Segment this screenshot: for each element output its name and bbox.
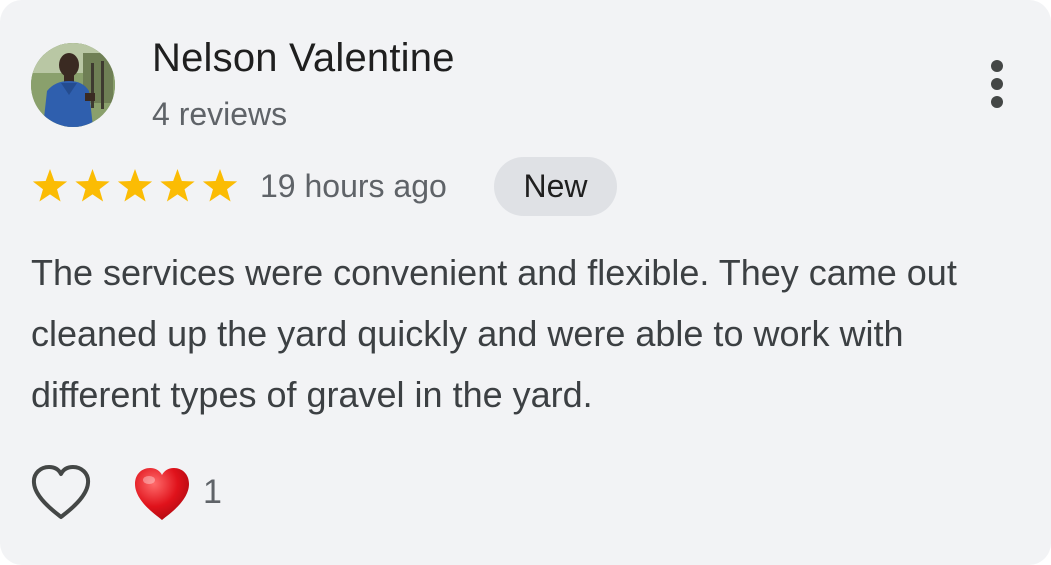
more-vert-icon (991, 60, 1003, 72)
stars (32, 169, 237, 202)
reaction-count: 1 (203, 473, 222, 511)
like-button[interactable] (29, 464, 93, 522)
more-options-button[interactable] (972, 52, 1022, 116)
review-count[interactable]: 4 reviews (152, 96, 287, 133)
star-icon (202, 169, 237, 202)
star-icon (160, 169, 195, 202)
star-icon (117, 169, 153, 202)
avatar-photo (31, 43, 115, 127)
avatar[interactable] (31, 43, 115, 127)
star-icon (32, 169, 68, 202)
reviewer-name[interactable]: Nelson Valentine (152, 36, 455, 81)
star-icon (75, 169, 110, 202)
more-vert-icon-dot (991, 78, 1003, 90)
review-card: Nelson Valentine 4 reviews 19 hours ago … (0, 0, 1051, 565)
heart-filled-icon (135, 468, 189, 520)
review-text: The services were convenient and flexibl… (31, 252, 957, 415)
more-vert-icon-dot (991, 96, 1003, 108)
heart-outline-icon (31, 465, 91, 519)
star-rating (31, 166, 237, 206)
heart-reaction[interactable] (132, 466, 192, 522)
new-badge: New (494, 157, 617, 216)
review-timestamp: 19 hours ago (260, 168, 447, 204)
